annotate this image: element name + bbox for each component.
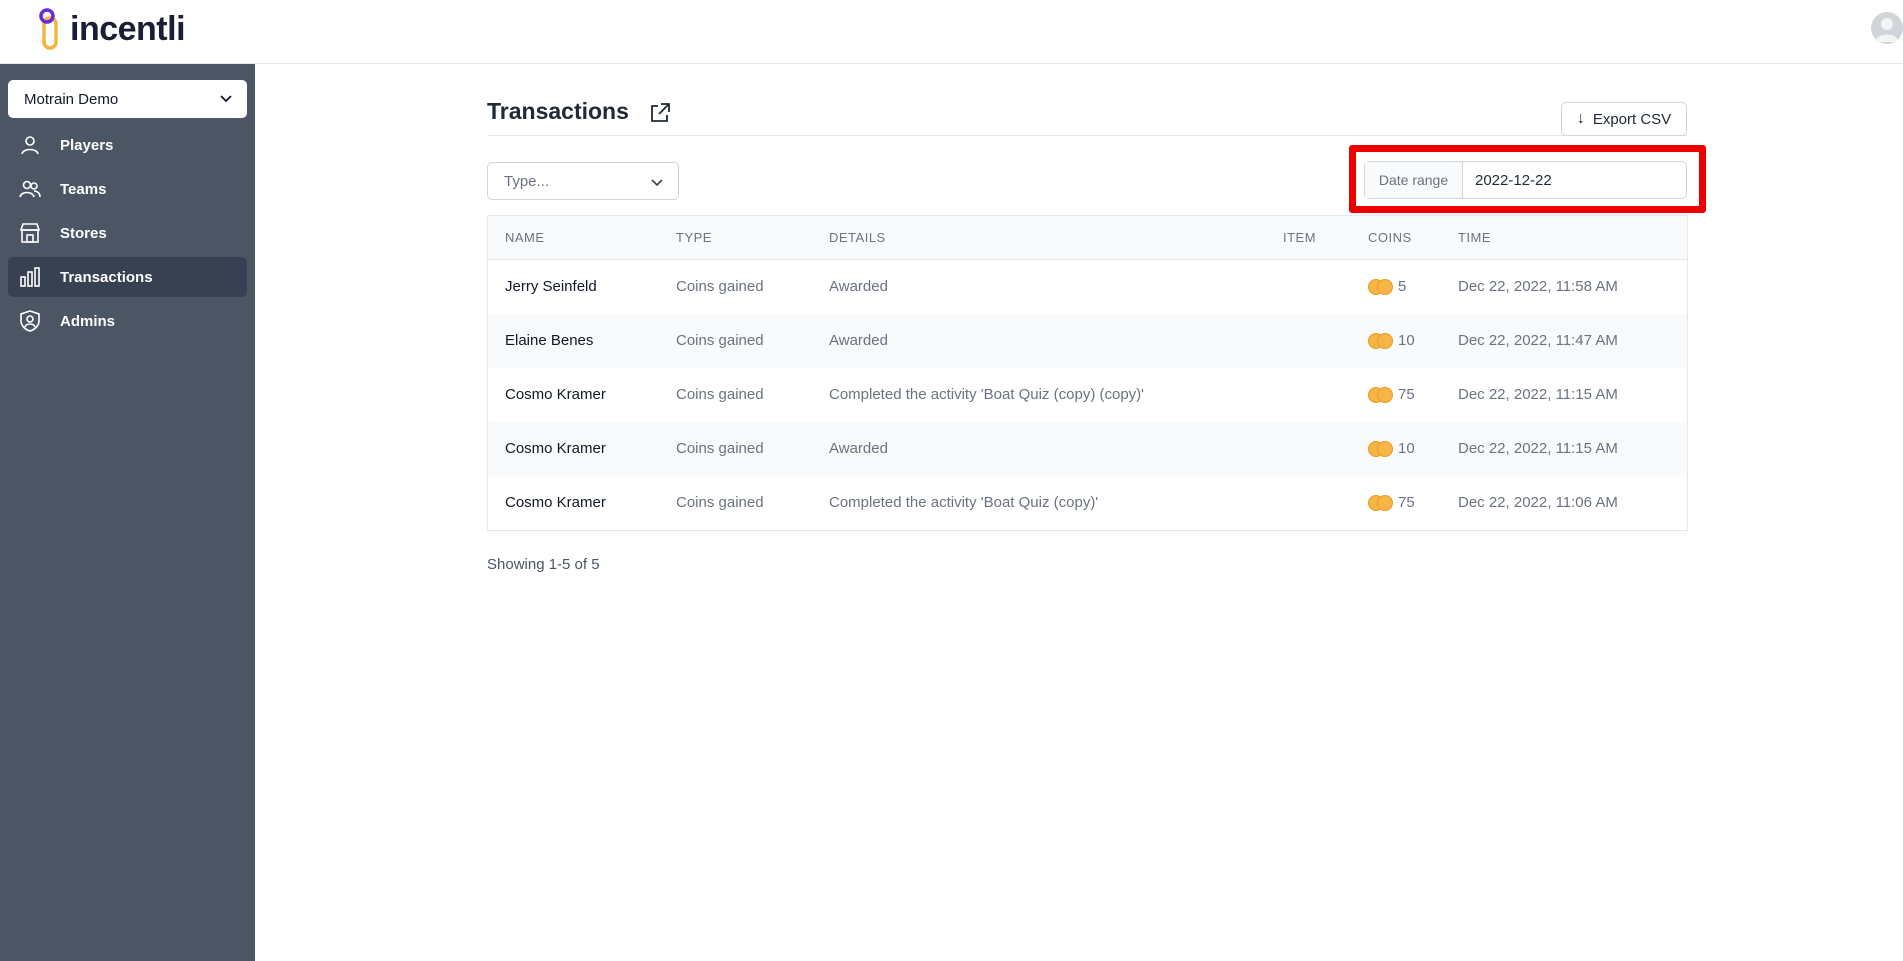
external-link-icon[interactable] [649, 102, 671, 124]
arrow-down-icon: ↓ [1576, 110, 1585, 127]
table-row[interactable]: Cosmo Kramer Coins gained Completed the … [488, 368, 1687, 422]
cell-type: Coins gained [676, 386, 764, 403]
cell-name: Cosmo Kramer [505, 494, 606, 511]
cell-item [1266, 368, 1351, 422]
cell-type: Coins gained [676, 440, 764, 457]
export-csv-button[interactable]: ↓ Export CSV [1561, 102, 1687, 136]
account-select-value: Motrain Demo [24, 90, 119, 108]
column-header-type: TYPE [676, 229, 712, 245]
table-row[interactable]: Cosmo Kramer Coins gained Awarded 10 Dec… [488, 421, 1687, 476]
cell-coins: 5 [1351, 259, 1441, 314]
cell-item [1266, 422, 1351, 476]
sidebar: Motrain Demo Players Teams Stores Transa… [0, 64, 255, 961]
chart-bar-icon [18, 265, 42, 289]
column-header-coins: COINS [1368, 229, 1412, 245]
sidebar-item-label: Admins [60, 312, 116, 330]
cell-coins: 75 [1351, 368, 1441, 422]
cell-time: Dec 22, 2022, 11:58 AM [1458, 278, 1618, 295]
sidebar-item-label: Stores [60, 224, 107, 242]
coins-icon [1368, 386, 1394, 403]
cell-item [1266, 476, 1351, 530]
cell-type: Coins gained [676, 332, 764, 349]
cell-time: Dec 22, 2022, 11:47 AM [1458, 332, 1618, 349]
sidebar-item-players[interactable]: Players [8, 125, 247, 165]
pagination-summary: Showing 1-5 of 5 [487, 556, 600, 573]
type-filter-select[interactable]: Type... [487, 162, 679, 200]
column-header-item: ITEM [1283, 229, 1317, 245]
coins-icon [1368, 332, 1394, 349]
sidebar-item-admins[interactable]: Admins [8, 301, 247, 341]
logo-text: incentli [70, 9, 186, 48]
sidebar-item-transactions[interactable]: Transactions [8, 257, 247, 297]
chevron-down-icon [219, 91, 233, 109]
column-header-details: DETAILS [829, 229, 886, 245]
coins-icon [1368, 440, 1394, 457]
main-content: Transactions ↓ Export CSV Type... Date r… [255, 64, 1903, 961]
transactions-table: NAME TYPE DETAILS ITEM COINS TIME Jerry … [487, 215, 1688, 531]
sidebar-item-label: Teams [60, 180, 107, 198]
coins-icon [1368, 494, 1394, 511]
sidebar-item-label: Transactions [60, 268, 153, 286]
coins-value: 75 [1398, 494, 1415, 511]
cell-time: Dec 22, 2022, 11:15 AM [1458, 386, 1618, 403]
cell-coins: 10 [1351, 314, 1441, 368]
cell-name: Elaine Benes [505, 332, 594, 349]
coins-value: 10 [1398, 440, 1415, 457]
cell-time: Dec 22, 2022, 11:06 AM [1458, 494, 1618, 511]
coins-icon [1368, 278, 1394, 295]
cell-item [1266, 259, 1351, 314]
table-header-row: NAME TYPE DETAILS ITEM COINS TIME [488, 216, 1687, 259]
export-csv-label: Export CSV [1592, 110, 1672, 128]
date-range-input[interactable] [1463, 162, 1686, 198]
page-title: Transactions [487, 98, 629, 124]
cell-name: Cosmo Kramer [505, 440, 606, 457]
shield-user-icon [18, 309, 42, 333]
sidebar-item-label: Players [60, 136, 114, 154]
cell-details: Completed the activity 'Boat Quiz (copy)… [829, 494, 1099, 511]
store-icon [18, 221, 42, 245]
coins-value: 5 [1398, 278, 1407, 295]
table-row[interactable]: Cosmo Kramer Coins gained Completed the … [488, 476, 1687, 530]
column-header-name: NAME [505, 229, 545, 245]
cell-details: Awarded [829, 278, 888, 295]
cell-name: Jerry Seinfeld [505, 278, 597, 295]
sidebar-nav: Players Teams Stores Transactions Admins [8, 125, 247, 345]
coins-value: 75 [1398, 386, 1415, 403]
table-row[interactable]: Jerry Seinfeld Coins gained Awarded 5 De… [488, 259, 1687, 314]
top-header: incentli [0, 0, 1903, 64]
cell-type: Coins gained [676, 278, 764, 295]
cell-details: Completed the activity 'Boat Quiz (copy)… [829, 386, 1145, 403]
cell-type: Coins gained [676, 494, 764, 511]
date-range-filter: Date range [1364, 161, 1687, 199]
user-icon [18, 133, 42, 157]
logo[interactable]: incentli [38, 6, 186, 52]
cell-details: Awarded [829, 440, 888, 457]
table-row[interactable]: Elaine Benes Coins gained Awarded 10 Dec… [488, 313, 1687, 368]
type-filter-placeholder: Type... [504, 172, 550, 190]
cell-details: Awarded [829, 332, 888, 349]
page-header: Transactions ↓ Export CSV [487, 78, 1687, 136]
sidebar-item-stores[interactable]: Stores [8, 213, 247, 253]
cell-coins: 75 [1351, 476, 1441, 530]
coins-value: 10 [1398, 332, 1415, 349]
chevron-down-icon [650, 175, 664, 193]
users-icon [18, 177, 42, 201]
cell-coins: 10 [1351, 422, 1441, 476]
cell-time: Dec 22, 2022, 11:15 AM [1458, 440, 1618, 457]
cell-name: Cosmo Kramer [505, 386, 606, 403]
sidebar-item-teams[interactable]: Teams [8, 169, 247, 209]
date-range-label: Date range [1365, 162, 1463, 198]
user-avatar[interactable] [1871, 12, 1903, 44]
logo-mark-icon [38, 6, 62, 52]
account-select[interactable]: Motrain Demo [8, 80, 247, 118]
column-header-time: TIME [1458, 229, 1492, 245]
cell-item [1266, 314, 1351, 368]
